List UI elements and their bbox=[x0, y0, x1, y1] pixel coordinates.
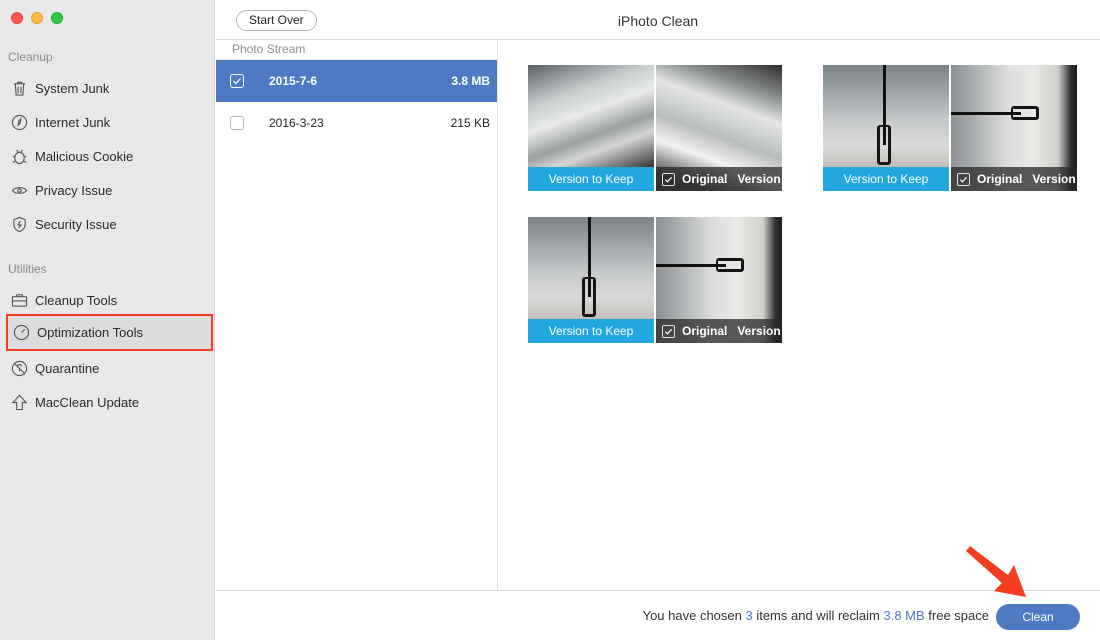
row-date: 2015-7-6 bbox=[269, 74, 318, 88]
annotation-arrow-icon bbox=[966, 546, 1026, 597]
original-version-checkbox[interactable] bbox=[662, 172, 675, 186]
gauge-icon bbox=[12, 324, 30, 342]
maximize-window-button[interactable] bbox=[51, 12, 63, 24]
original-version-photo[interactable]: Original Version bbox=[951, 65, 1077, 191]
sidebar-item-label: Privacy Issue bbox=[35, 182, 113, 198]
sidebar-item-quarantine[interactable]: Quarantine bbox=[6, 351, 212, 385]
sidebar-item-label: MacClean Update bbox=[35, 394, 140, 410]
list-row[interactable]: 2016-3-23 215 KB bbox=[216, 102, 497, 144]
list-header: Photo Stream bbox=[216, 40, 497, 60]
sidebar-item-label: System Junk bbox=[35, 80, 110, 96]
window-title: iPhoto Clean bbox=[617, 13, 699, 29]
sidebar-item-optimization-tools[interactable]: Optimization Tools bbox=[6, 314, 213, 351]
checkmark-icon bbox=[664, 328, 673, 335]
toolbar: Start Over iPhoto Clean bbox=[216, 0, 1100, 40]
compass-icon bbox=[10, 113, 28, 131]
version-to-keep-photo[interactable]: Version to Keep bbox=[528, 65, 654, 191]
item-count: 3 bbox=[745, 608, 753, 623]
bug-icon bbox=[10, 147, 28, 165]
sidebar-item-cleanup-tools[interactable]: Cleanup Tools bbox=[6, 283, 212, 317]
version-to-keep-caption: Version to Keep bbox=[823, 167, 949, 191]
shield-icon bbox=[10, 215, 28, 233]
toolbox-icon bbox=[10, 291, 28, 309]
photo-stream-list: Photo Stream 2015-7-6 3.8 MB 2016-3-23 2… bbox=[216, 40, 498, 590]
close-window-button[interactable] bbox=[11, 12, 23, 24]
quarantine-icon bbox=[10, 359, 28, 377]
window-controls bbox=[11, 12, 63, 24]
original-version-photo[interactable]: Original Version bbox=[656, 65, 782, 191]
arrow-up-icon bbox=[10, 393, 28, 411]
sidebar-item-internet-junk[interactable]: Internet Junk bbox=[6, 105, 212, 139]
sidebar-item-system-junk[interactable]: System Junk bbox=[6, 71, 212, 105]
checkmark-icon bbox=[233, 78, 241, 85]
photo-pair: Version to Keep Original Version bbox=[528, 217, 783, 343]
original-version-caption: Original Version bbox=[656, 167, 782, 191]
sidebar-item-malicious-cookie[interactable]: Malicious Cookie bbox=[6, 139, 212, 173]
sidebar-item-security-issue[interactable]: Security Issue bbox=[6, 207, 212, 241]
version-to-keep-caption: Version to Keep bbox=[528, 319, 654, 343]
sidebar-item-label: Security Issue bbox=[35, 216, 117, 232]
sidebar-item-label: Internet Junk bbox=[35, 114, 111, 130]
row-checkbox[interactable] bbox=[230, 116, 244, 130]
eye-icon bbox=[10, 181, 28, 199]
original-version-photo[interactable]: Original Version bbox=[656, 217, 782, 343]
row-size: 3.8 MB bbox=[451, 74, 490, 88]
version-to-keep-caption: Version to Keep bbox=[528, 167, 654, 191]
reclaim-summary: You have chosen 3 items and will reclaim… bbox=[642, 608, 989, 623]
original-version-caption: Original Version bbox=[656, 319, 782, 343]
version-to-keep-photo[interactable]: Version to Keep bbox=[823, 65, 949, 191]
sidebar: Cleanup System Junk Internet Junk Malici… bbox=[0, 0, 215, 640]
version-to-keep-photo[interactable]: Version to Keep bbox=[528, 217, 654, 343]
row-size: 215 KB bbox=[450, 116, 490, 130]
sidebar-item-label: Malicious Cookie bbox=[35, 148, 134, 164]
trash-icon bbox=[10, 79, 28, 97]
sidebar-item-label: Cleanup Tools bbox=[35, 292, 118, 308]
original-version-caption: Original Version bbox=[951, 167, 1077, 191]
sidebar-item-privacy-issue[interactable]: Privacy Issue bbox=[6, 173, 212, 207]
photo-gallery: Version to Keep Original Version Version … bbox=[498, 40, 1100, 590]
list-row[interactable]: 2015-7-6 3.8 MB bbox=[216, 60, 497, 102]
section-label-cleanup: Cleanup bbox=[8, 50, 53, 64]
row-date: 2016-3-23 bbox=[269, 116, 324, 130]
sidebar-item-label: Optimization Tools bbox=[37, 325, 143, 340]
minimize-window-button[interactable] bbox=[31, 12, 43, 24]
clean-button[interactable]: Clean bbox=[996, 604, 1080, 630]
photo-pair: Version to Keep Original Version bbox=[823, 65, 1078, 191]
original-version-checkbox[interactable] bbox=[662, 324, 675, 338]
section-label-utilities: Utilities bbox=[8, 262, 47, 276]
photo-pair: Version to Keep Original Version bbox=[528, 65, 783, 191]
sidebar-item-label: Quarantine bbox=[35, 360, 100, 376]
checkmark-icon bbox=[959, 176, 968, 183]
checkmark-icon bbox=[664, 176, 673, 183]
reclaim-size: 3.8 MB bbox=[883, 608, 925, 623]
sidebar-item-macclean-update[interactable]: MacClean Update bbox=[6, 385, 212, 419]
row-checkbox[interactable] bbox=[230, 74, 244, 88]
original-version-checkbox[interactable] bbox=[957, 172, 970, 186]
